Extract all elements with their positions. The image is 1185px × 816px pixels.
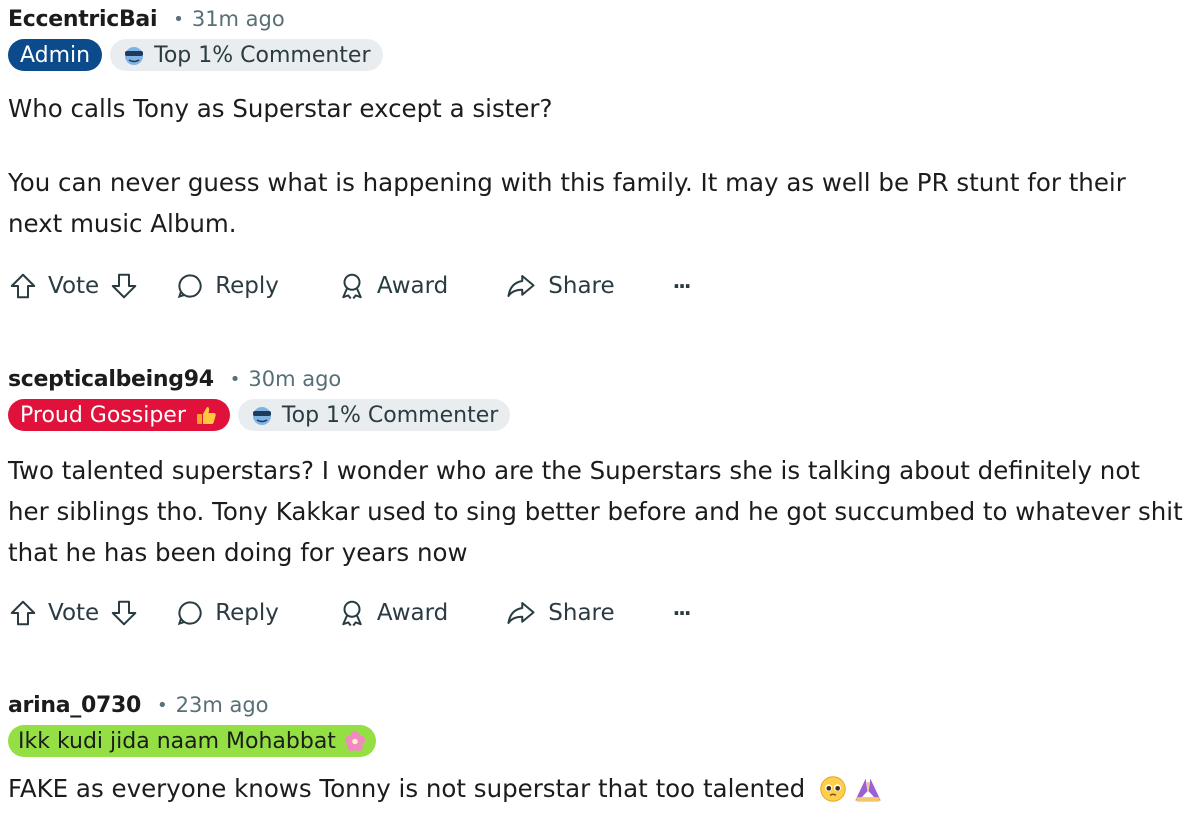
reply-label: Reply xyxy=(215,273,279,299)
user-flair-label: Proud Gossiper xyxy=(20,402,186,428)
comment-meta: EccentricBai • 31m ago xyxy=(8,4,1185,34)
comment-time[interactable]: 30m ago xyxy=(248,367,341,391)
award-icon xyxy=(337,271,367,301)
share-button[interactable]: Share xyxy=(504,598,615,628)
reply-label: Reply xyxy=(215,600,279,626)
comment-time[interactable]: 23m ago xyxy=(176,693,269,717)
user-flair-label: Admin xyxy=(20,42,91,68)
comment: scepticalbeing94 • 30m ago Proud Gossipe… xyxy=(8,364,1185,633)
meta-separator: • xyxy=(156,694,168,716)
vote-group: Vote xyxy=(8,271,139,301)
share-label: Share xyxy=(548,600,615,626)
comment-time[interactable]: 31m ago xyxy=(192,7,285,31)
more-options-button[interactable]: ··· xyxy=(672,601,692,625)
comment-paragraph: Two talented superstars? I wonder who ar… xyxy=(8,456,1183,567)
upvote-icon[interactable] xyxy=(8,598,38,628)
comment-author[interactable]: arina_0730 xyxy=(8,693,141,718)
award-label: Award xyxy=(376,273,449,299)
comment-text: FAKE as everyone knows Tonny is not supe… xyxy=(8,774,806,803)
comment-paragraph: Who calls Tony as Superstar except a sis… xyxy=(8,94,553,123)
pleading-face-emoji xyxy=(819,775,847,803)
downvote-icon[interactable] xyxy=(109,271,139,301)
top-commenter-label: Top 1% Commenter xyxy=(154,42,371,68)
vote-group: Vote xyxy=(8,598,139,628)
comment-body: Who calls Tony as Superstar except a sis… xyxy=(8,88,1185,244)
comment-paragraph: FAKE as everyone knows Tonny is not supe… xyxy=(8,768,1185,809)
comment-author[interactable]: EccentricBai xyxy=(8,7,158,32)
comment-meta: scepticalbeing94 • 30m ago xyxy=(8,364,1185,394)
top-commenter-badge[interactable]: Top 1% Commenter xyxy=(110,39,383,71)
share-button[interactable]: Share xyxy=(504,271,615,301)
user-flair: Admin xyxy=(8,39,103,71)
comment-meta: arina_0730 • 23m ago xyxy=(8,690,1185,720)
comment-body: FAKE as everyone knows Tonny is not supe… xyxy=(8,768,1185,809)
award-icon xyxy=(337,598,367,628)
more-icon: ··· xyxy=(672,274,692,298)
thumbs-up-emoji xyxy=(194,403,218,427)
upvote-icon[interactable] xyxy=(8,271,38,301)
user-flair: Ikk kudi jida naam Mohabbat xyxy=(8,725,376,757)
badge-row: Admin Top 1% Commenter xyxy=(8,38,1185,72)
reply-icon xyxy=(175,271,205,301)
comment-actions: Vote Reply Award Share ··· xyxy=(8,593,1185,633)
share-icon xyxy=(504,598,538,628)
user-flair-label: Ikk kudi jida naam Mohabbat xyxy=(18,728,336,754)
award-button[interactable]: Award xyxy=(337,271,448,301)
top-commenter-badge[interactable]: Top 1% Commenter xyxy=(237,399,511,431)
more-icon: ··· xyxy=(672,601,692,625)
meta-separator: • xyxy=(229,368,241,390)
reply-button[interactable]: Reply xyxy=(175,598,279,628)
badge-row: Proud Gossiper Top 1% Commenter xyxy=(8,398,1185,432)
user-flair: Proud Gossiper xyxy=(8,399,230,431)
share-icon xyxy=(504,271,538,301)
meta-separator: • xyxy=(173,8,184,30)
vote-label: Vote xyxy=(48,273,100,299)
praying-hands-emoji xyxy=(853,775,883,803)
award-button[interactable]: Award xyxy=(337,598,448,628)
downvote-icon[interactable] xyxy=(109,598,139,628)
award-label: Award xyxy=(376,600,449,626)
commenter-badge-icon xyxy=(122,44,146,66)
share-label: Share xyxy=(548,273,615,299)
comment: arina_0730 • 23m ago Ikk kudi jida naam … xyxy=(8,690,1185,809)
badge-row: Ikk kudi jida naam Mohabbat xyxy=(8,724,1185,758)
reply-button[interactable]: Reply xyxy=(175,271,279,301)
more-options-button[interactable]: ··· xyxy=(672,274,692,298)
comment-paragraph: You can never guess what is happening wi… xyxy=(8,168,1126,238)
comment-actions: Vote Reply Award Share ··· xyxy=(8,266,1185,306)
reply-icon xyxy=(175,598,205,628)
flower-emoji xyxy=(344,730,366,752)
top-commenter-label: Top 1% Commenter xyxy=(281,402,499,428)
comment-author[interactable]: scepticalbeing94 xyxy=(8,367,214,392)
comment-body: Two talented superstars? I wonder who ar… xyxy=(8,450,1185,573)
vote-label: Vote xyxy=(48,600,100,626)
comment: EccentricBai • 31m ago Admin Top 1% Comm… xyxy=(8,4,1185,306)
commenter-badge-icon xyxy=(250,404,274,426)
